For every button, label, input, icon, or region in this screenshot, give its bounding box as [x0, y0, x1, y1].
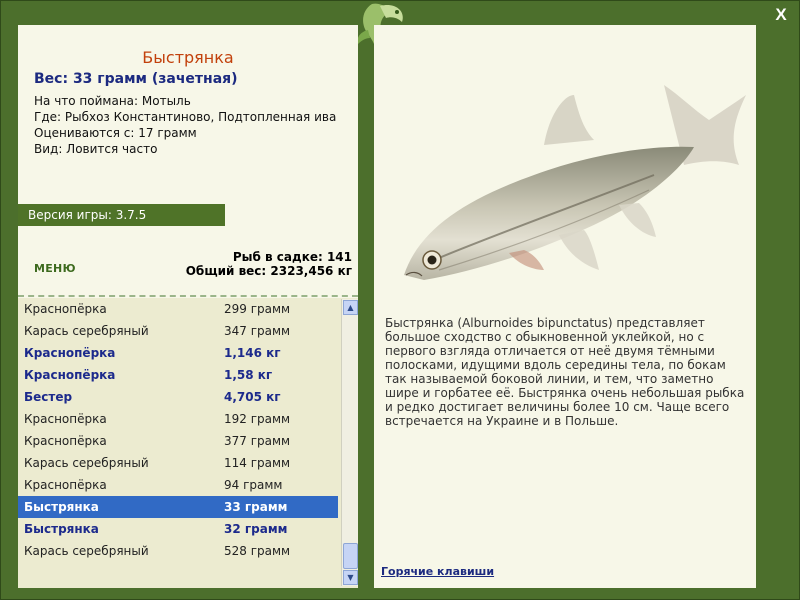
scroll-down-icon[interactable]: ▼	[343, 570, 358, 585]
version-label: Версия игры: 3.7.5	[18, 204, 225, 226]
dashed-divider	[18, 295, 358, 297]
list-item-name: Краснопёрка	[24, 478, 107, 492]
list-item-weight: 33 грамм	[224, 500, 288, 514]
list-item[interactable]: Карась серебряный 528 грамм	[18, 540, 338, 562]
list-item-weight: 94 грамм	[224, 478, 283, 492]
list-item-weight: 347 грамм	[224, 324, 291, 338]
list-item-name: Карась серебряный	[24, 324, 149, 338]
list-item-weight: 377 грамм	[224, 434, 291, 448]
list-item-weight: 299 грамм	[224, 302, 291, 316]
place-info: Где: Рыбхоз Константиново, Подтопленная …	[34, 110, 337, 124]
list-item-weight: 528 грамм	[224, 544, 291, 558]
catch-list[interactable]: Краснопёрка 299 грамм Карась серебряный 347…	[18, 298, 340, 588]
list-item[interactable]: Быстрянка 32 грамм	[18, 518, 338, 540]
list-item-name: Быстрянка	[24, 522, 99, 536]
list-item[interactable]: Краснопёрка 1,58 кг	[18, 364, 338, 386]
list-item-name: Краснопёрка	[24, 302, 107, 316]
list-item-name: Краснопёрка	[24, 412, 107, 426]
scroll-up-icon[interactable]: ▲	[343, 300, 358, 315]
list-item[interactable]: Карась серебряный 347 грамм	[18, 320, 338, 342]
list-item[interactable]: Краснопёрка 1,146 кг	[18, 342, 338, 364]
fish-illustration	[404, 85, 746, 280]
list-item-name: Бестер	[24, 390, 73, 404]
fish-description: Быстрянка (Alburnoides bipunctatus) пред…	[385, 316, 745, 428]
menu-button[interactable]: МЕНЮ	[34, 262, 76, 275]
list-item-name: Краснопёрка	[24, 368, 116, 382]
list-scrollbar[interactable]: ▲ ▼	[341, 299, 358, 586]
list-item[interactable]: Краснопёрка 192 грамм	[18, 408, 338, 430]
list-item-weight: 1,58 кг	[224, 368, 273, 382]
fish-count: Рыб в садке: 141	[232, 250, 352, 264]
fish-info-lines: На что поймана: Мотыль Где: Рыбхоз Конст…	[34, 93, 344, 157]
list-item-name: Карась серебряный	[24, 544, 149, 558]
list-item-name: Быстрянка	[24, 500, 99, 514]
catch-list-area: Краснопёрка 299 грамм Карась серебряный 347…	[18, 298, 358, 588]
list-item[interactable]: Краснопёрка 299 грамм	[18, 298, 338, 320]
hotkeys-link[interactable]: Горячие клавиши	[381, 565, 494, 578]
list-item[interactable]: Краснопёрка 377 грамм	[18, 430, 338, 452]
list-item-weight: 32 грамм	[224, 522, 288, 536]
bait-info: На что поймана: Мотыль	[34, 94, 191, 108]
list-item[interactable]: Бестер 4,705 кг	[18, 386, 338, 408]
rated-from-info: Оцениваются с: 17 грамм	[34, 126, 197, 140]
list-item-name: Краснопёрка	[24, 434, 107, 448]
list-item[interactable]: Карась серебряный 114 грамм	[18, 452, 338, 474]
list-item-weight: 1,146 кг	[224, 346, 281, 360]
total-weight: Общий вес: 2323,456 кг	[185, 264, 352, 278]
list-item[interactable]: Быстрянка 33 грамм	[18, 496, 338, 518]
list-item-name: Краснопёрка	[24, 346, 116, 360]
fish-name-title: Быстрянка	[142, 48, 234, 67]
list-item-weight: 114 грамм	[224, 456, 291, 470]
fish-info-panel: Быстрянка Вес: 33 грамм (зачетная) На чт…	[18, 25, 358, 588]
fish-weight: Вес: 33 грамм (зачетная)	[34, 71, 238, 87]
keepnet-stats: Рыб в садке: 141 Общий вес: 2323,456 кг	[186, 250, 352, 278]
list-item[interactable]: Краснопёрка 94 грамм	[18, 474, 338, 496]
fish-detail-panel: Быстрянка (Alburnoides bipunctatus) пред…	[374, 25, 756, 588]
list-item-weight: 4,705 кг	[224, 390, 281, 404]
scroll-thumb[interactable]	[343, 543, 358, 569]
list-item-name: Карась серебряный	[24, 456, 149, 470]
close-button[interactable]: X	[770, 4, 792, 26]
kind-info: Вид: Ловится часто	[34, 142, 158, 156]
list-item-weight: 192 грамм	[224, 412, 291, 426]
